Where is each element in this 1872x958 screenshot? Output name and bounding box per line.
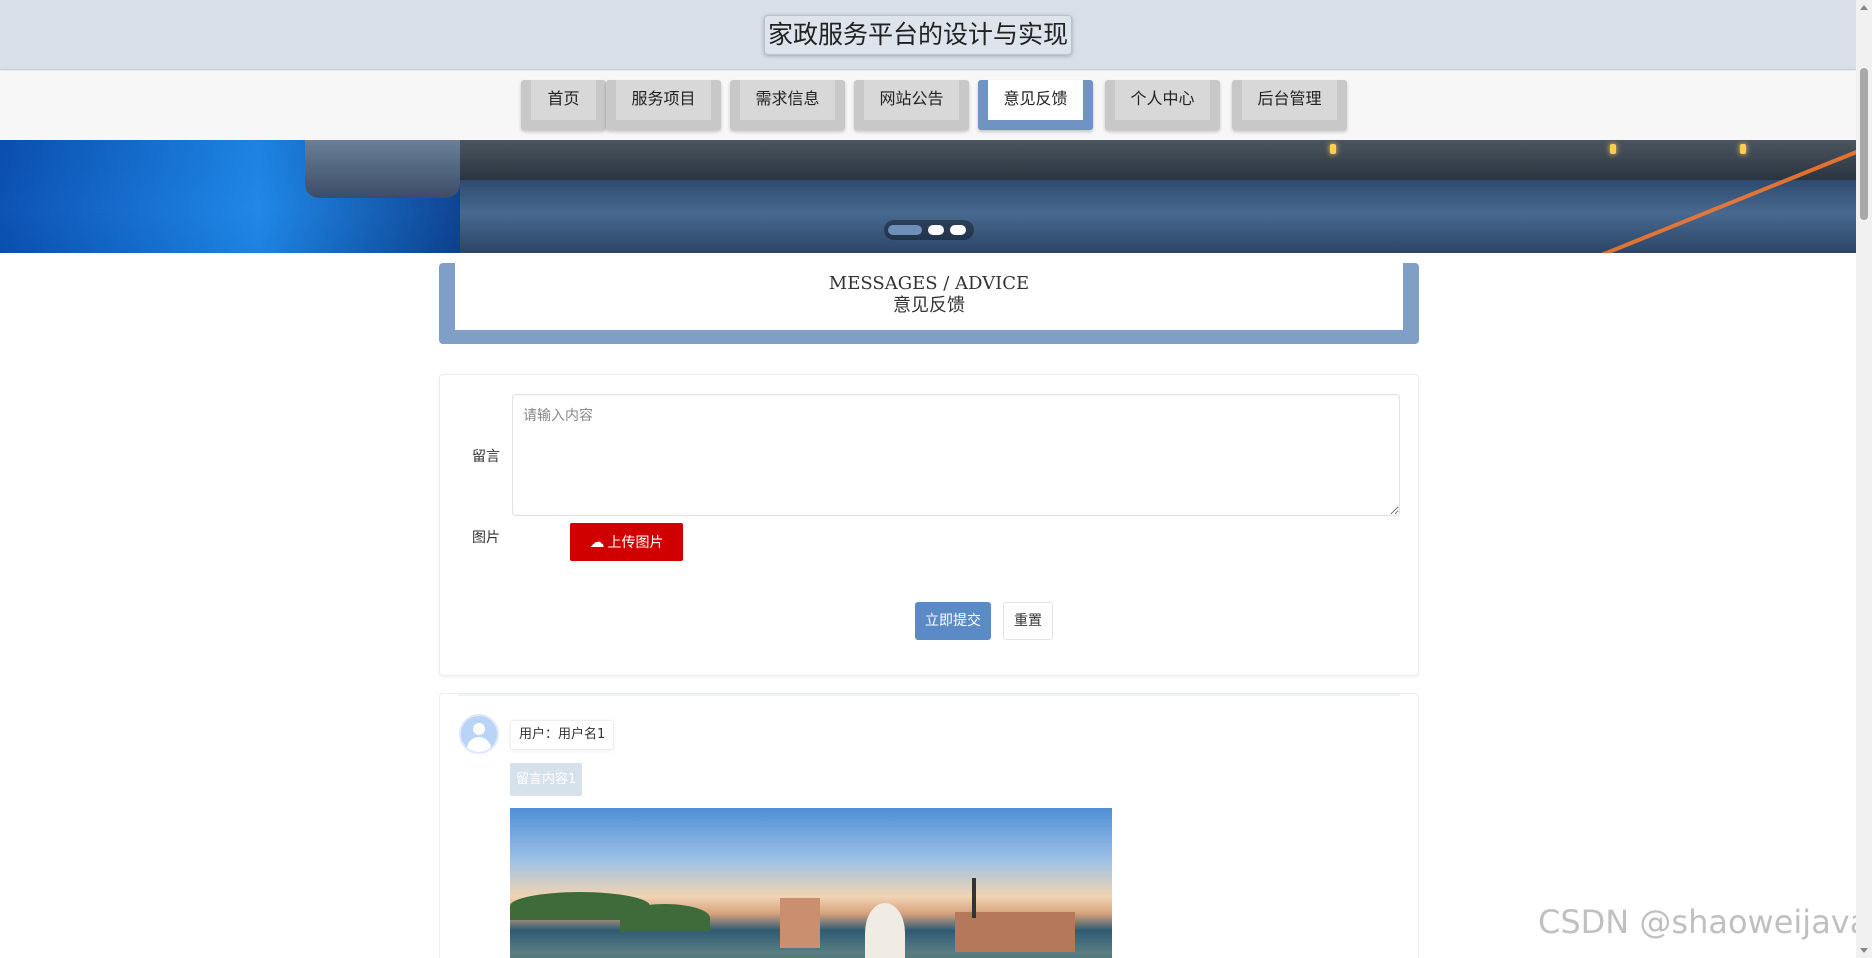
- scroll-up-icon[interactable]: [1860, 5, 1868, 10]
- avatar-head: [473, 723, 485, 735]
- main-nav: 首页 服务项目 需求信息 网站公告 意见反馈 个人中心 后台管理: [0, 71, 1856, 140]
- banner-carousel[interactable]: [0, 140, 1856, 253]
- nav-item-profile[interactable]: 个人中心: [1105, 80, 1220, 130]
- cloud-upload-icon: ☁: [589, 533, 605, 551]
- banner-bridge: [460, 140, 1856, 180]
- nav-item-demands[interactable]: 需求信息: [730, 80, 845, 130]
- upload-image-button[interactable]: ☁ 上传图片: [570, 523, 683, 561]
- vertical-scrollbar[interactable]: [1856, 0, 1872, 958]
- feedback-form: 留言 图片 ☁上传图片 立即提交 重置: [439, 374, 1419, 676]
- nav-item-label: 意见反馈: [988, 80, 1083, 120]
- nav-item-admin[interactable]: 后台管理: [1232, 80, 1347, 130]
- nav-item-home[interactable]: 首页: [521, 80, 606, 130]
- divider: [458, 694, 1400, 696]
- image-label: 图片: [472, 530, 500, 546]
- avatar-body: [467, 737, 491, 752]
- banner-lamp: [1740, 144, 1746, 154]
- message-label: 留言: [472, 449, 500, 465]
- upload-image-label: 上传图片: [607, 535, 664, 551]
- image-island: [620, 904, 710, 932]
- nav-item-label: 需求信息: [740, 80, 835, 120]
- scroll-down-icon[interactable]: [1860, 948, 1868, 953]
- carousel-dot-3[interactable]: [950, 225, 966, 235]
- carousel-dot-1[interactable]: [888, 225, 922, 235]
- section-title: MESSAGES / ADVICE 意见反馈: [439, 263, 1419, 344]
- message-content: 留言内容1: [510, 763, 583, 796]
- reset-button[interactable]: 重置: [1003, 602, 1053, 640]
- banner-lamp: [1610, 144, 1616, 154]
- nav-item-label: 首页: [531, 80, 596, 120]
- section-title-cn: 意见反馈: [893, 295, 965, 316]
- nav-item-services[interactable]: 服务项目: [606, 80, 721, 130]
- nav-item-label: 后台管理: [1242, 80, 1337, 120]
- message-input[interactable]: [512, 394, 1400, 516]
- banner-pillar: [305, 140, 460, 198]
- message-list: 用户：用户名1 留言内容1: [439, 693, 1419, 958]
- carousel-dot-2[interactable]: [928, 225, 944, 235]
- nav-item-label: 服务项目: [616, 80, 711, 120]
- submit-button[interactable]: 立即提交: [915, 602, 991, 640]
- message-username: 用户：用户名1: [510, 720, 615, 750]
- nav-item-label: 网站公告: [864, 80, 959, 120]
- banner-lamp: [1330, 144, 1336, 154]
- nav-item-announcements[interactable]: 网站公告: [854, 80, 969, 130]
- site-title: 家政服务平台的设计与实现: [764, 15, 1072, 55]
- image-building: [780, 898, 820, 948]
- scrollbar-thumb[interactable]: [1860, 68, 1868, 220]
- nav-item-feedback[interactable]: 意见反馈: [978, 80, 1093, 130]
- image-building: [955, 912, 1075, 952]
- message-image: [510, 808, 1112, 958]
- image-tower: [972, 878, 976, 918]
- nav-item-label: 个人中心: [1115, 80, 1210, 120]
- carousel-indicators: [884, 220, 974, 240]
- section-title-en: MESSAGES / ADVICE: [828, 273, 1030, 294]
- image-dome: [865, 903, 905, 958]
- site-header: 家政服务平台的设计与实现: [0, 0, 1856, 70]
- section-title-inner: MESSAGES / ADVICE 意见反馈: [455, 263, 1403, 330]
- watermark: CSDN @shaoweijava: [1538, 903, 1870, 941]
- user-avatar-icon: [459, 714, 499, 754]
